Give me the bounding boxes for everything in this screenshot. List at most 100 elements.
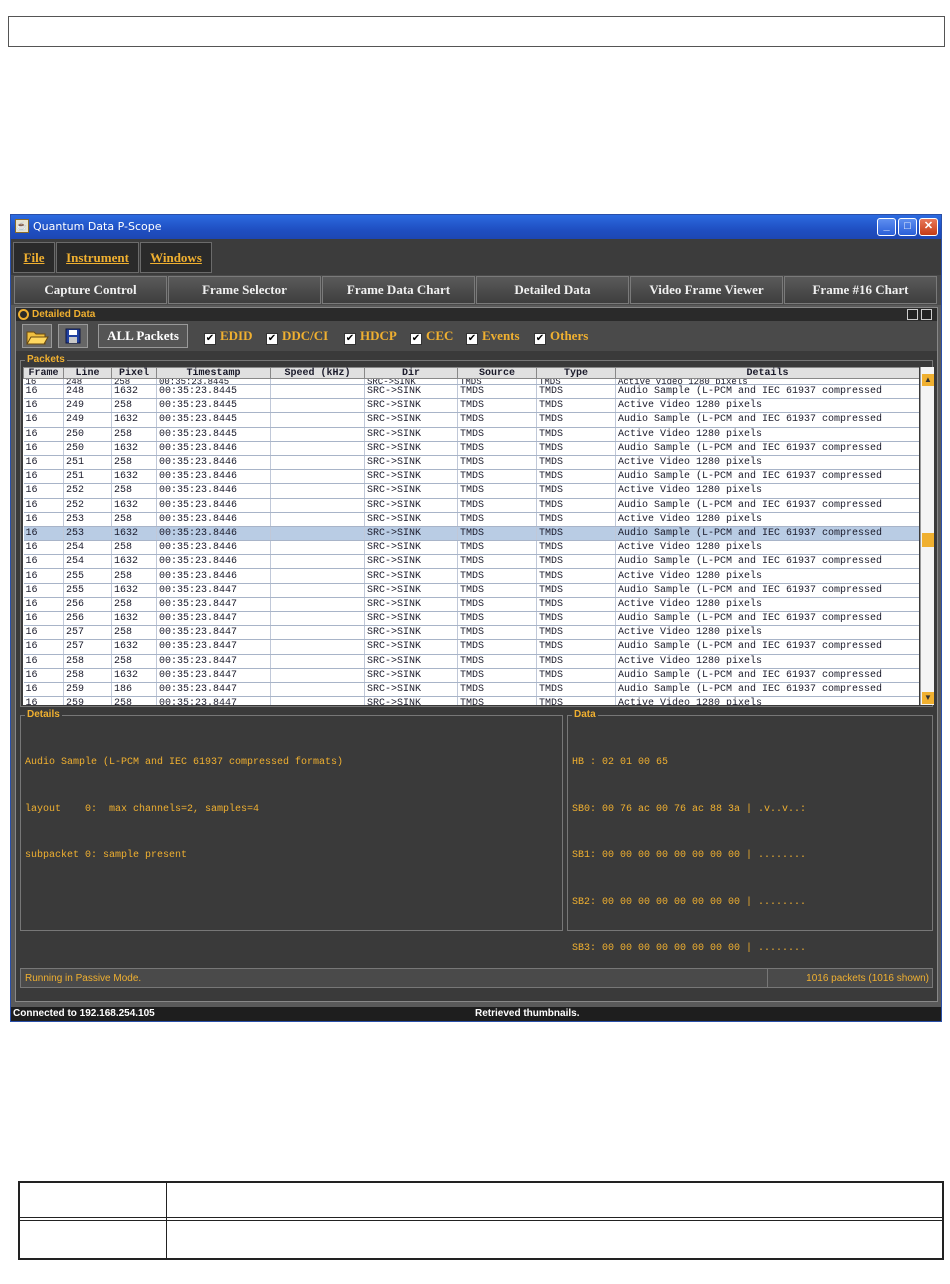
column-header[interactable]: Line bbox=[63, 367, 112, 379]
floppy-save-icon bbox=[65, 328, 81, 344]
menu-windows[interactable]: Windows bbox=[140, 242, 212, 273]
scroll-thumb[interactable] bbox=[922, 533, 934, 547]
checkbox-checked-icon[interactable]: ✔ bbox=[466, 333, 478, 345]
packet-toolbar: ALL Packets ✔ EDID ✔ DDC/CI ✔ HDCP ✔ CEC ✔ Ev… bbox=[16, 321, 937, 351]
tab-detailed-data[interactable]: Detailed Data bbox=[476, 276, 629, 304]
table-row[interactable]: 16 250 258 00:35:23.8445 SRC->SINK TMDS TMDS Ac… bbox=[23, 427, 919, 442]
table-row[interactable]: 16 249 1632 00:35:23.8445 SRC->SINK TMDS TMDS A… bbox=[23, 412, 919, 428]
table-row[interactable]: 16 251 258 00:35:23.8446 SRC->SINK TMDS TMDS Ac… bbox=[23, 455, 919, 471]
column-header[interactable]: Frame bbox=[23, 367, 64, 379]
tab-capture-control[interactable]: Capture Control bbox=[14, 276, 167, 304]
panel-close-icon[interactable] bbox=[921, 309, 932, 320]
tab-frame-selector[interactable]: Frame Selector bbox=[168, 276, 321, 304]
table-cell: Audio Sample (L-PCM and IEC 61937 compre… bbox=[615, 668, 919, 683]
table-cell bbox=[270, 455, 365, 471]
filter-ddc-ci[interactable]: ✔ DDC/CI bbox=[266, 329, 328, 345]
data-section: Data HB : 02 01 00 65 SB0: 00 76 ac 00 7… bbox=[567, 709, 933, 954]
table-row[interactable]: 16 253 258 00:35:23.8446 SRC->SINK TMDS TMDS Ac… bbox=[23, 512, 919, 527]
column-header[interactable]: Dir bbox=[364, 367, 458, 379]
table-cell: TMDS bbox=[536, 540, 616, 556]
detailed-data-panel: Detailed Data ALL Packets ✔ EDID ✔ DDC/C… bbox=[15, 307, 938, 1002]
maximize-icon[interactable]: □ bbox=[898, 218, 917, 236]
table-cell: SRC->SINK bbox=[364, 384, 458, 400]
table-cell: 257 bbox=[63, 625, 112, 641]
checkbox-checked-icon[interactable]: ✔ bbox=[534, 333, 546, 345]
table-cell: TMDS bbox=[457, 412, 537, 428]
packets-scrollbar[interactable]: ▲ ▼ bbox=[920, 367, 934, 705]
checkbox-checked-icon[interactable]: ✔ bbox=[410, 333, 422, 345]
column-header[interactable]: Details bbox=[615, 367, 919, 379]
table-row[interactable]: 16 256 258 00:35:23.8447 SRC->SINK TMDS TMDS Ac… bbox=[23, 597, 919, 613]
table-cell: TMDS bbox=[536, 568, 616, 584]
table-row[interactable]: 16 258 1632 00:35:23.8447 SRC->SINK TMDS TMDS A… bbox=[23, 668, 919, 683]
filter-others[interactable]: ✔ Others bbox=[534, 329, 588, 345]
table-cell: 16 bbox=[23, 412, 64, 428]
folder-open-icon bbox=[26, 331, 49, 345]
table-row[interactable]: 16 252 258 00:35:23.8446 SRC->SINK TMDS TMDS Ac… bbox=[23, 483, 919, 499]
table-cell bbox=[270, 540, 365, 556]
table-cell: 253 bbox=[63, 512, 112, 527]
close-icon[interactable]: ✕ bbox=[919, 218, 938, 236]
table-row[interactable]: 16 253 1632 00:35:23.8446 SRC->SINK TMDS TMDS A… bbox=[23, 526, 919, 542]
checkbox-checked-icon[interactable]: ✔ bbox=[344, 333, 356, 345]
tab-frame-16-chart[interactable]: Frame #16 Chart bbox=[784, 276, 937, 304]
tab-video-frame-viewer[interactable]: Video Frame Viewer bbox=[630, 276, 783, 304]
column-header[interactable]: Pixel bbox=[111, 367, 157, 379]
table-row[interactable]: 16 255 1632 00:35:23.8447 SRC->SINK TMDS TMDS A… bbox=[23, 583, 919, 598]
scroll-up-icon[interactable]: ▲ bbox=[922, 374, 934, 386]
table-cell: TMDS bbox=[457, 625, 537, 641]
save-button[interactable] bbox=[58, 324, 88, 348]
details-line: Audio Sample (L-PCM and IEC 61937 compre… bbox=[25, 757, 344, 768]
table-cell: Audio Sample (L-PCM and IEC 61937 compre… bbox=[615, 498, 919, 513]
table-cell: 16 bbox=[23, 639, 64, 655]
table-cell: 16 bbox=[23, 512, 64, 527]
tab-frame-data-chart[interactable]: Frame Data Chart bbox=[322, 276, 475, 304]
menu-file[interactable]: File bbox=[13, 242, 55, 273]
column-header[interactable]: Timestamp bbox=[156, 367, 271, 379]
hex-line: SB1: 00 00 00 00 00 00 00 00 | ........ bbox=[572, 850, 807, 861]
table-cell: TMDS bbox=[457, 441, 537, 456]
table-cell: 258 bbox=[111, 597, 157, 613]
checkbox-checked-icon[interactable]: ✔ bbox=[266, 333, 278, 345]
table-row[interactable]: 16 249 258 00:35:23.8445 SRC->SINK TMDS TMDS Ac… bbox=[23, 398, 919, 414]
table-row[interactable]: 16 251 1632 00:35:23.8446 SRC->SINK TMDS TMDS A… bbox=[23, 469, 919, 485]
column-header[interactable]: Speed (kHz) bbox=[270, 367, 365, 379]
table-cell: TMDS bbox=[457, 639, 537, 655]
table-cell: 256 bbox=[63, 597, 112, 613]
minimize-icon[interactable]: _ bbox=[877, 218, 896, 236]
menu-instrument[interactable]: Instrument bbox=[56, 242, 139, 273]
title-bar[interactable]: ☕ Quantum Data P-Scope _ □ ✕ bbox=[11, 215, 941, 239]
table-row[interactable]: 16 257 258 00:35:23.8447 SRC->SINK TMDS TMDS Ac… bbox=[23, 625, 919, 641]
table-cell: Audio Sample (L-PCM and IEC 61937 compre… bbox=[615, 611, 919, 627]
checkbox-checked-icon[interactable]: ✔ bbox=[204, 333, 216, 345]
table-cell: SRC->SINK bbox=[364, 583, 458, 598]
table-row[interactable]: 16 257 1632 00:35:23.8447 SRC->SINK TMDS TMDS A… bbox=[23, 639, 919, 655]
table-row[interactable]: 16 248 1632 00:35:23.8445 SRC->SINK TMDS TMDS A… bbox=[23, 384, 919, 400]
table-cell: 00:35:23.8447 bbox=[156, 625, 271, 641]
table-row[interactable]: 16 254 1632 00:35:23.8446 SRC->SINK TMDS TMDS A… bbox=[23, 554, 919, 570]
table-row[interactable]: 16 259 186 00:35:23.8447 SRC->SINK TMDS TMDS Au… bbox=[23, 682, 919, 698]
table-row[interactable]: 16 250 1632 00:35:23.8446 SRC->SINK TMDS TMDS A… bbox=[23, 441, 919, 456]
scroll-down-icon[interactable]: ▼ bbox=[922, 692, 934, 704]
filter-edid[interactable]: ✔ EDID bbox=[204, 329, 253, 345]
table-row[interactable]: 16 254 258 00:35:23.8446 SRC->SINK TMDS TMDS Ac… bbox=[23, 540, 919, 556]
packets-label: Packets bbox=[25, 354, 67, 366]
table-row[interactable]: 16 258 258 00:35:23.8447 SRC->SINK TMDS TMDS Ac… bbox=[23, 654, 919, 669]
filter-cec[interactable]: ✔ CEC bbox=[410, 329, 453, 345]
table-row[interactable]: 16 252 1632 00:35:23.8446 SRC->SINK TMDS TMDS A… bbox=[23, 498, 919, 513]
table-cell: 00:35:23.8446 bbox=[156, 540, 271, 556]
table-row[interactable]: 16 255 258 00:35:23.8446 SRC->SINK TMDS TMDS Ac… bbox=[23, 568, 919, 584]
filter-events[interactable]: ✔ Events bbox=[466, 329, 520, 345]
all-packets-button[interactable]: ALL Packets bbox=[98, 324, 188, 348]
open-button[interactable] bbox=[22, 324, 52, 348]
table-cell: 1632 bbox=[111, 412, 157, 428]
restore-icon[interactable] bbox=[907, 309, 918, 320]
table-cell: 258 bbox=[111, 540, 157, 556]
filter-hdcp[interactable]: ✔ HDCP bbox=[344, 329, 397, 345]
table-cell: 16 bbox=[23, 597, 64, 613]
table-cell bbox=[270, 483, 365, 499]
column-header[interactable]: Source bbox=[457, 367, 537, 379]
column-header[interactable]: Type bbox=[536, 367, 616, 379]
table-row[interactable]: 16 256 1632 00:35:23.8447 SRC->SINK TMDS TMDS A… bbox=[23, 611, 919, 627]
table-row[interactable]: 16 259 258 00:35:23.8447 SRC->SINK TMDS TMDS Ac… bbox=[23, 696, 919, 705]
